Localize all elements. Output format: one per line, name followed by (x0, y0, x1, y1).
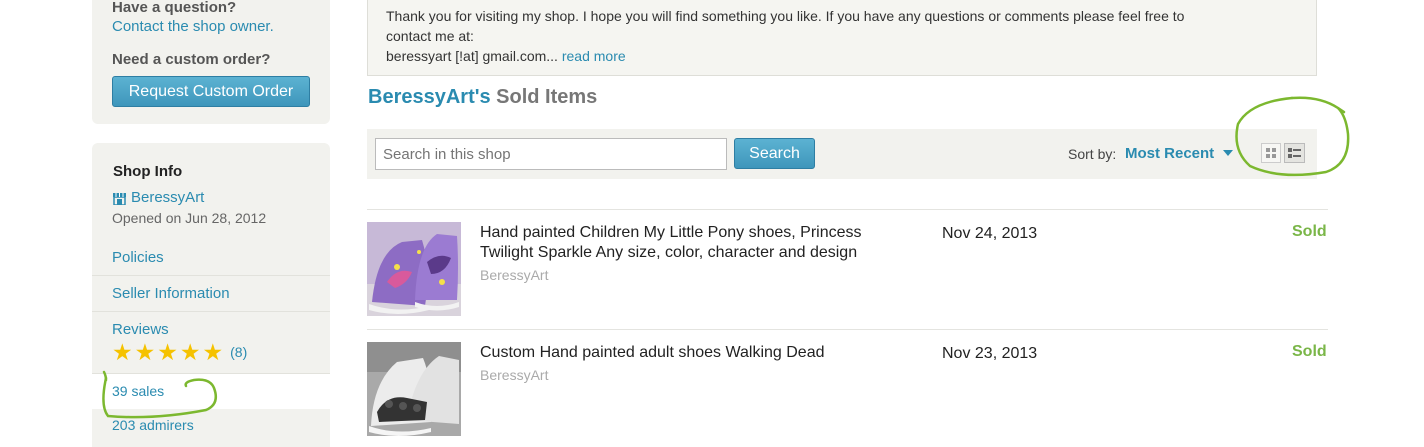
review-rating[interactable]: ★ ★ ★ ★ ★ (8) (112, 339, 247, 365)
list-item[interactable]: Custom Hand painted adult shoes Walking … (367, 342, 1328, 447)
storefront-icon (112, 192, 127, 206)
policies-link[interactable]: Policies (92, 240, 330, 276)
item-title-link[interactable]: Hand painted Children My Little Pony sho… (480, 223, 900, 263)
page-title-shop: BeressyArt's (368, 86, 491, 108)
admirers-link[interactable]: 203 admirers (112, 417, 194, 433)
item-status-badge: Sold (1292, 343, 1327, 360)
announcement-line: Thank you for visiting my shop. I hope y… (386, 8, 1185, 24)
item-thumbnail[interactable] (367, 342, 461, 436)
page-title-section: Sold Items (496, 86, 598, 108)
item-shop-name[interactable]: BeressyArt (480, 267, 548, 283)
search-button[interactable]: Search (734, 138, 815, 169)
list-item[interactable]: Hand painted Children My Little Pony sho… (367, 222, 1328, 342)
question-heading: Have a question? (112, 0, 237, 16)
read-more-link[interactable]: read more (562, 48, 626, 64)
request-custom-order-button[interactable]: Request Custom Order (112, 76, 310, 107)
shop-name-link[interactable]: BeressyArt (112, 189, 204, 206)
grid-view-icon[interactable] (1261, 143, 1281, 163)
list-divider (367, 329, 1328, 330)
shop-info-heading: Shop Info (113, 163, 183, 180)
star-icon: ★ (179, 339, 201, 365)
contact-shop-owner-link[interactable]: Contact the shop owner. (112, 18, 274, 35)
seller-information-link[interactable]: Seller Information (92, 276, 330, 312)
shop-info-panel: Shop Info BeressyArt Opened on Jun 28, 2… (92, 143, 330, 447)
item-thumbnail[interactable] (367, 222, 461, 316)
item-sold-date: Nov 24, 2013 (942, 225, 1038, 242)
item-shop-name[interactable]: BeressyArt (480, 367, 548, 383)
sort-dropdown[interactable]: Most Recent (1125, 145, 1214, 162)
star-icon: ★ (134, 339, 156, 365)
custom-order-panel: Have a question? Contact the shop owner.… (92, 0, 330, 124)
page-title: BeressyArt's Sold Items (368, 86, 597, 109)
list-divider (367, 209, 1328, 210)
shop-announcement: Thank you for visiting my shop. I hope y… (367, 0, 1317, 76)
announcement-line: contact me at: (386, 28, 474, 44)
listing-toolbar: Search Sort by: Most Recent (367, 129, 1317, 179)
item-sold-date: Nov 23, 2013 (942, 345, 1038, 362)
list-view-icon[interactable] (1284, 143, 1305, 163)
chevron-down-icon[interactable] (1223, 150, 1233, 156)
announcement-line: beressyart [!at] gmail.com... read more (386, 46, 1298, 66)
review-count[interactable]: (8) (230, 344, 247, 360)
item-title-link[interactable]: Custom Hand painted adult shoes Walking … (480, 343, 900, 363)
shop-name-label: BeressyArt (131, 189, 205, 206)
sales-count-link[interactable]: 39 sales (92, 373, 330, 409)
star-icon: ★ (112, 339, 133, 365)
sort-label: Sort by: (1068, 146, 1117, 162)
star-icon: ★ (202, 339, 224, 365)
shop-search-input[interactable] (375, 138, 727, 170)
shop-opened-date: Opened on Jun 28, 2012 (112, 210, 267, 226)
announcement-email: beressyart [!at] gmail.com... (386, 48, 558, 64)
custom-order-heading: Need a custom order? (112, 51, 271, 68)
star-icon: ★ (157, 339, 178, 365)
item-status-badge: Sold (1292, 223, 1327, 240)
